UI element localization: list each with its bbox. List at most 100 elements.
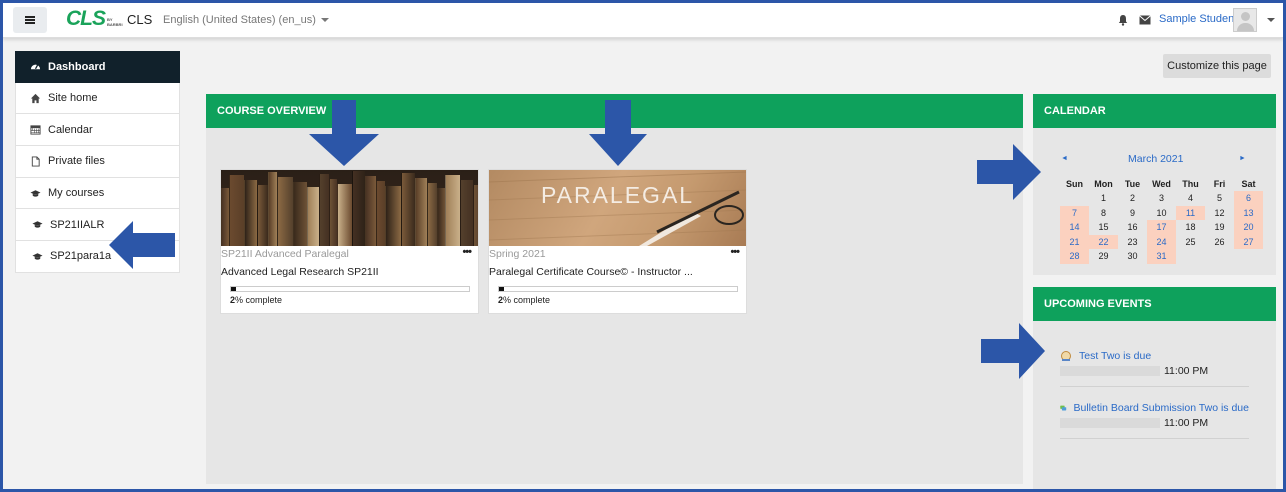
calendar-day: 2	[1129, 193, 1135, 204]
calendar-day	[1205, 249, 1234, 264]
progress-fill	[499, 287, 504, 291]
chevron-down-icon	[320, 18, 329, 23]
calendar-day[interactable]: 14	[1060, 220, 1089, 235]
event-title-link[interactable]: Bulletin Board Submission Two is due	[1074, 402, 1250, 414]
event-title-row[interactable]: Test Two is due	[1060, 350, 1249, 362]
calendar-day[interactable]: 21	[1060, 234, 1089, 249]
course-category: Spring 2021	[489, 248, 546, 260]
calendar-day[interactable]: 13	[1234, 205, 1263, 220]
book-spine	[293, 182, 307, 246]
calendar-day[interactable]: 7	[1060, 205, 1089, 220]
paralegal-image-text: PARALEGAL	[541, 182, 695, 208]
course-image-books[interactable]	[221, 170, 478, 246]
calendar-week: 7 8 9 10 11 12 13	[1060, 205, 1263, 220]
nav-item-label: Private files	[48, 155, 105, 168]
avatar[interactable]	[1233, 8, 1257, 32]
paralegal-image: PARALEGAL	[489, 170, 746, 246]
language-selector[interactable]: English (United States) (en_us)	[163, 14, 329, 26]
customize-page-button[interactable]: Customize this page	[1163, 54, 1271, 78]
mail-icon[interactable]	[1139, 15, 1151, 25]
calendar-prev-icon[interactable]: ◄	[1061, 155, 1068, 162]
course-menu-icon[interactable]: •••	[730, 246, 740, 258]
event-time-row: 11:00 PM	[1060, 417, 1249, 429]
calendar-day: 30	[1127, 251, 1138, 262]
calendar-day: 18	[1185, 222, 1196, 233]
progress-label: % complete	[235, 295, 283, 305]
calendar-week: 28 29 30 31	[1060, 249, 1263, 264]
divider	[1060, 438, 1249, 439]
calendar-weekday: Sat	[1241, 179, 1256, 189]
calendar-day: 25	[1185, 236, 1196, 247]
calendar-weekday: Fri	[1213, 179, 1226, 189]
annotation-arrow-right-icon	[977, 144, 1041, 200]
calendar-week: 14 15 16 17 18 19 20	[1060, 220, 1263, 235]
calendar-day[interactable]: 28	[1060, 249, 1089, 264]
calendar-day[interactable]: 6	[1234, 191, 1263, 206]
forum-icon	[1060, 405, 1067, 411]
book-spine	[385, 186, 401, 246]
chevron-down-icon[interactable]	[1267, 18, 1275, 22]
calendar-day	[1176, 249, 1205, 264]
book-spine	[244, 180, 257, 246]
home-icon	[30, 93, 41, 103]
book-spine	[337, 184, 352, 246]
nav-item-site-home[interactable]: Site home	[15, 82, 180, 115]
calendar-day: 29	[1098, 251, 1109, 262]
user-menu-name[interactable]: Sample Student	[1159, 13, 1237, 25]
calendar-day[interactable]: 22	[1089, 234, 1118, 249]
event-title-row[interactable]: Bulletin Board Submission Two is due	[1060, 402, 1249, 414]
graduation-cap-icon	[32, 253, 43, 260]
book-spine	[365, 176, 376, 246]
course-name-link[interactable]: Advanced Legal Research SP21II	[221, 266, 379, 278]
course-name-link[interactable]: Paralegal Certificate Course© - Instruct…	[489, 266, 693, 278]
progress-fill	[231, 287, 236, 291]
graduation-cap-icon	[32, 221, 43, 228]
book-spine	[257, 185, 268, 246]
logo-subtext: BY BARBRI	[107, 17, 123, 27]
calendar-day: 12	[1214, 207, 1225, 218]
nav-item-my-courses[interactable]: My courses	[15, 177, 180, 210]
calendar-header: CALENDAR	[1033, 94, 1276, 128]
hamburger-menu-button[interactable]	[13, 7, 47, 33]
course-card[interactable]: PARALEGAL Spring 2021 ••• Paralegal Cert…	[488, 169, 747, 314]
event-time-row: 11:00 PM	[1060, 365, 1249, 377]
calendar-day[interactable]: 27	[1234, 234, 1263, 249]
calendar-day	[1060, 191, 1089, 206]
calendar-day[interactable]: 31	[1147, 249, 1176, 264]
site-name[interactable]: CLS	[127, 12, 152, 27]
calendar-day[interactable]: 24	[1147, 234, 1176, 249]
calendar-day: 26	[1214, 236, 1225, 247]
book-spine	[352, 171, 365, 246]
calendar-day[interactable]: 11	[1176, 205, 1205, 220]
nav-item-calendar[interactable]: Calendar	[15, 114, 180, 147]
book-spine	[329, 179, 337, 246]
progress-label: % complete	[503, 295, 551, 305]
course-menu-icon[interactable]: •••	[462, 246, 472, 258]
calendar-weekday: Wed	[1152, 179, 1171, 189]
calendar-next-icon[interactable]: ►	[1239, 155, 1246, 162]
book-spine	[221, 188, 229, 246]
calendar-month-link[interactable]: March 2021	[1128, 153, 1183, 165]
screenshot-frame: CLS BY BARBRI CLS English (United States…	[0, 0, 1286, 492]
calendar-weekday: Thu	[1182, 179, 1199, 189]
calendar-day: 10	[1156, 207, 1167, 218]
bell-icon[interactable]	[1117, 14, 1129, 26]
calendar-weekday: Tue	[1124, 179, 1141, 189]
course-image-paralegal[interactable]: PARALEGAL	[489, 170, 746, 246]
upcoming-events-block: UPCOMING EVENTS Test Two is due 11:00 PM…	[1033, 287, 1276, 489]
nav-item-dashboard[interactable]: Dashboard	[15, 51, 180, 83]
calendar-day	[1234, 249, 1263, 264]
nav-item-private-files[interactable]: Private files	[15, 146, 180, 178]
calendar-day[interactable]: 20	[1234, 220, 1263, 235]
progress-text: 2% complete	[230, 295, 282, 305]
calendar-day[interactable]: 17	[1147, 220, 1176, 235]
book-spine	[415, 178, 427, 246]
course-card[interactable]: SP21II Advanced Paralegal ••• Advanced L…	[220, 169, 479, 314]
event-item: Bulletin Board Submission Two is due 11:…	[1060, 402, 1249, 439]
event-title-link[interactable]: Test Two is due	[1079, 350, 1151, 362]
event-time: 11:00 PM	[1164, 365, 1209, 377]
site-logo[interactable]: CLS BY BARBRI	[66, 8, 123, 30]
progress-bar	[498, 286, 738, 292]
calendar-week: 1 2 3 4 5 6	[1060, 191, 1263, 206]
calendar-day: 16	[1127, 222, 1138, 233]
